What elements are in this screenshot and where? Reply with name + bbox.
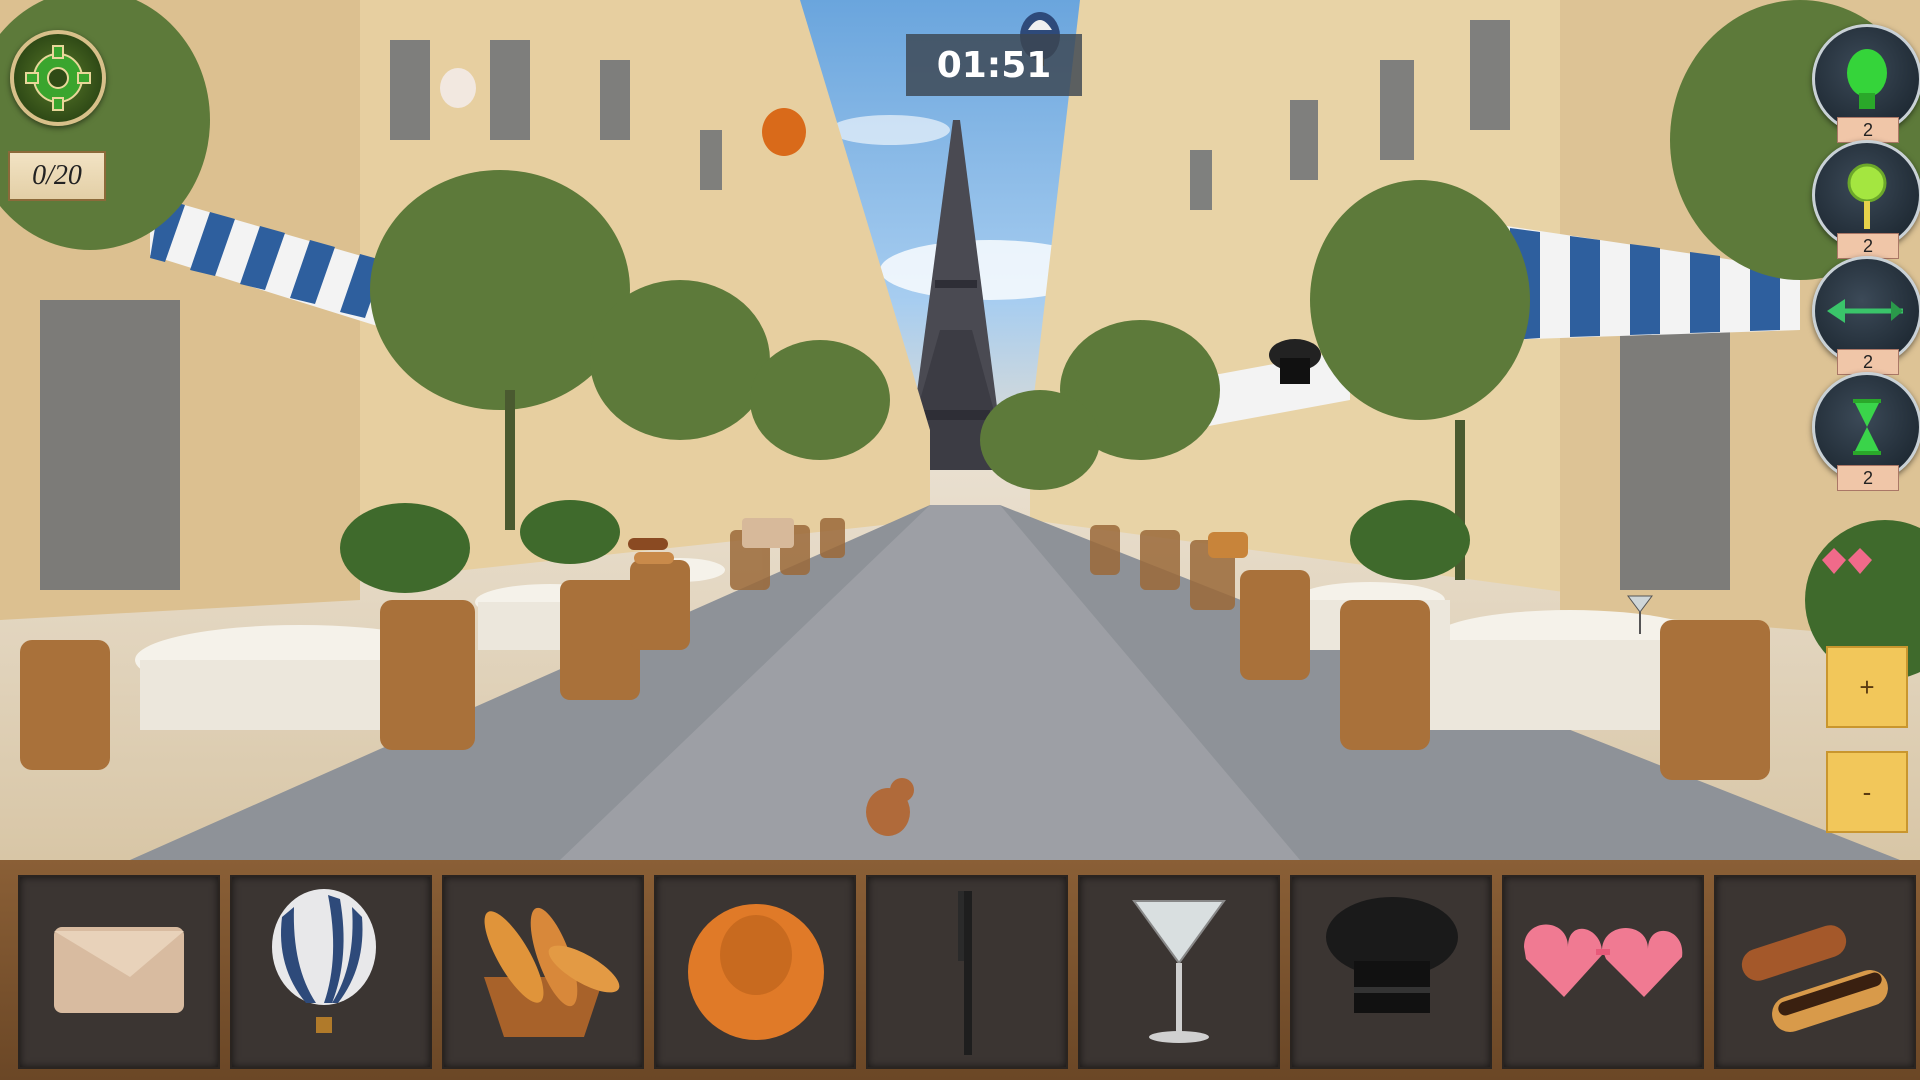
heart-sunglasses-icon <box>1524 924 1683 997</box>
item-slot-chef-hat[interactable] <box>1290 875 1492 1069</box>
hint-hourglass-button[interactable]: 2 <box>1812 372 1920 491</box>
item-slot-orange-hat[interactable] <box>654 875 856 1069</box>
chef-hat-icon <box>1326 897 1458 1013</box>
hot-air-balloon-icon <box>272 889 376 1033</box>
hint-count: 2 <box>1837 465 1899 491</box>
bread-basket-icon <box>484 907 620 1037</box>
item-slot-comb[interactable] <box>866 875 1068 1069</box>
item-slot-hot-air-balloon[interactable] <box>230 875 432 1069</box>
hint-magnifier-button[interactable]: 2 <box>1812 140 1920 259</box>
hint-lightbulb-button[interactable]: 2 <box>1812 24 1920 143</box>
paris-street-illustration <box>0 0 1920 860</box>
comb-icon <box>958 891 972 1055</box>
countdown-timer: 01:51 <box>906 34 1082 96</box>
item-slot-bread-basket[interactable] <box>442 875 644 1069</box>
orange-hat-icon <box>688 904 824 1040</box>
item-slot-martini-glass[interactable] <box>1078 875 1280 1069</box>
magnifier-icon <box>1847 163 1887 229</box>
settings-button[interactable] <box>10 30 106 126</box>
hourglass-icon <box>1853 399 1881 455</box>
hidden-clutch-purse[interactable] <box>742 518 794 548</box>
martini-glass-icon <box>1132 900 1226 1043</box>
item-slot-heart-sunglasses[interactable] <box>1502 875 1704 1069</box>
lightbulb-icon <box>1847 49 1887 109</box>
clutch-purse-icon <box>54 927 184 1013</box>
found-counter: 0/20 <box>8 151 106 201</box>
eclairs-icon <box>1741 925 1888 1032</box>
arrow-icon <box>1827 299 1903 323</box>
item-slot-eclairs[interactable] <box>1714 875 1916 1069</box>
items-to-find-bar <box>0 860 1920 1080</box>
hidden-bread-basket[interactable] <box>1208 532 1248 558</box>
game-scene[interactable] <box>0 0 1920 860</box>
hidden-candle-heart[interactable] <box>440 68 476 108</box>
zoom-out-button[interactable]: - <box>1826 751 1908 833</box>
hint-arrow-button[interactable]: 2 <box>1812 256 1920 375</box>
gear-icon <box>25 45 91 111</box>
hidden-orange-hat[interactable] <box>762 108 806 156</box>
zoom-in-button[interactable]: + <box>1826 646 1908 728</box>
item-slot-clutch-purse[interactable] <box>18 875 220 1069</box>
